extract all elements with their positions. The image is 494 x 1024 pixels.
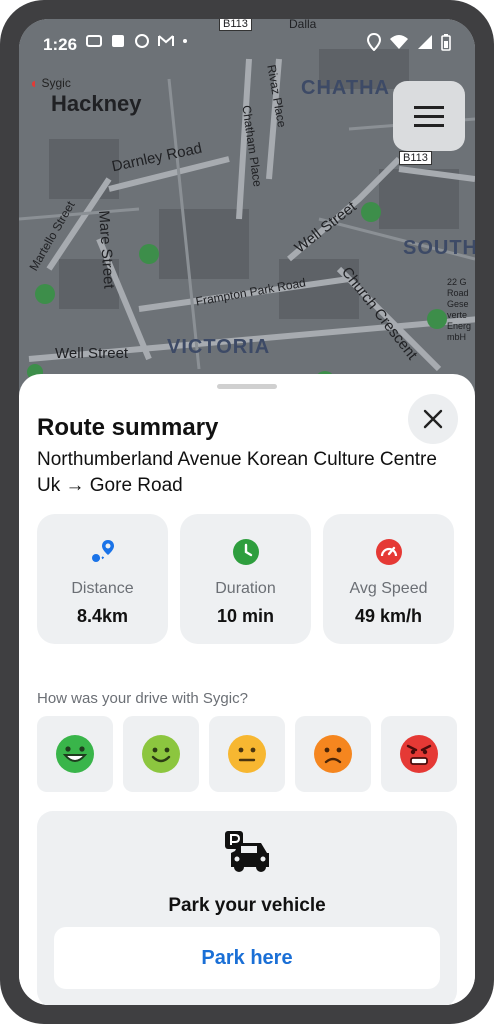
status-bar: 1:26 <box>19 19 475 69</box>
rating-neutral-button[interactable] <box>209 716 285 792</box>
rating-options <box>37 716 457 792</box>
status-time: 1:26 <box>43 35 78 54</box>
stat-duration-value: 10 min <box>216 606 275 626</box>
device-frame: ◖ Sygic Hackney CHATHA SOUTH VICTORIA Da… <box>0 0 494 1024</box>
screen: ◖ Sygic Hackney CHATHA SOUTH VICTORIA Da… <box>19 19 475 1005</box>
parking-car-icon <box>225 831 269 872</box>
park-title: Park your vehicle <box>168 895 326 916</box>
stat-duration-label: Duration <box>215 580 276 597</box>
sad-face-icon <box>314 735 352 773</box>
rating-angry-button[interactable] <box>381 716 457 792</box>
rating-question: How was your drive with Sygic? <box>37 690 248 707</box>
hamburger-icon <box>414 106 444 127</box>
wifi-icon <box>390 35 408 49</box>
stat-distance-label: Distance <box>71 580 134 597</box>
angry-face-icon <box>400 735 438 773</box>
stat-duration: Duration 10 min <box>180 514 311 644</box>
close-icon <box>423 409 443 429</box>
clock-icon <box>232 538 260 566</box>
more-dot-icon <box>183 39 187 43</box>
sheet-title: Route summary <box>37 414 219 441</box>
map-poi-note: 22 G Road Gese verte Energ mbH <box>447 277 472 342</box>
rating-very-happy-button[interactable] <box>37 716 113 792</box>
stat-distance: Distance 8.4km <box>37 514 168 644</box>
rating-happy-button[interactable] <box>123 716 199 792</box>
map-street-well-street-2: Well Street <box>55 345 129 362</box>
neutral-face-icon <box>228 735 266 773</box>
stat-avg-speed-value: 49 km/h <box>354 606 423 626</box>
map-place-hackney: Hackney <box>51 91 142 116</box>
signal-icon <box>418 35 432 49</box>
notification-icon <box>86 35 102 47</box>
menu-button[interactable] <box>393 81 465 151</box>
park-here-button[interactable]: Park here <box>54 927 440 989</box>
system-icons <box>367 33 451 51</box>
map-view[interactable]: ◖ Sygic Hackney CHATHA SOUTH VICTORIA Da… <box>19 19 475 399</box>
notification-icons <box>85 33 189 49</box>
battery-icon <box>441 34 451 51</box>
route-stats: Distance 8.4km Duration 10 min Avg Speed… <box>37 514 454 644</box>
route-description: Northumberland Avenue Korean Culture Cen… <box>37 449 437 496</box>
settings-icon <box>135 34 149 48</box>
map-road-b113-right: B113 <box>399 151 432 165</box>
location-icon <box>367 33 381 51</box>
stat-avg-speed-label: Avg Speed <box>349 580 428 597</box>
stat-distance-value: 8.4km <box>76 606 129 626</box>
close-button[interactable] <box>408 394 458 444</box>
route-pin-icon <box>89 538 117 566</box>
sheet-drag-handle[interactable] <box>217 384 277 389</box>
very-happy-face-icon <box>56 735 94 773</box>
map-place-chatham: CHATHA <box>301 77 390 99</box>
park-vehicle-card: Park your vehicle Park here <box>37 811 457 1005</box>
map-place-south: SOUTH <box>403 237 475 259</box>
teams-icon <box>112 35 124 47</box>
map-place-victoria: VICTORIA <box>167 336 271 358</box>
sygic-logo: ◖ Sygic <box>29 75 71 91</box>
speedometer-icon <box>375 538 403 566</box>
rating-sad-button[interactable] <box>295 716 371 792</box>
happy-face-icon <box>142 735 180 773</box>
stat-avg-speed: Avg Speed 49 km/h <box>323 514 454 644</box>
route-summary-sheet: Route summary Northumberland Avenue Kore… <box>19 374 475 1005</box>
mail-icon <box>158 35 174 46</box>
